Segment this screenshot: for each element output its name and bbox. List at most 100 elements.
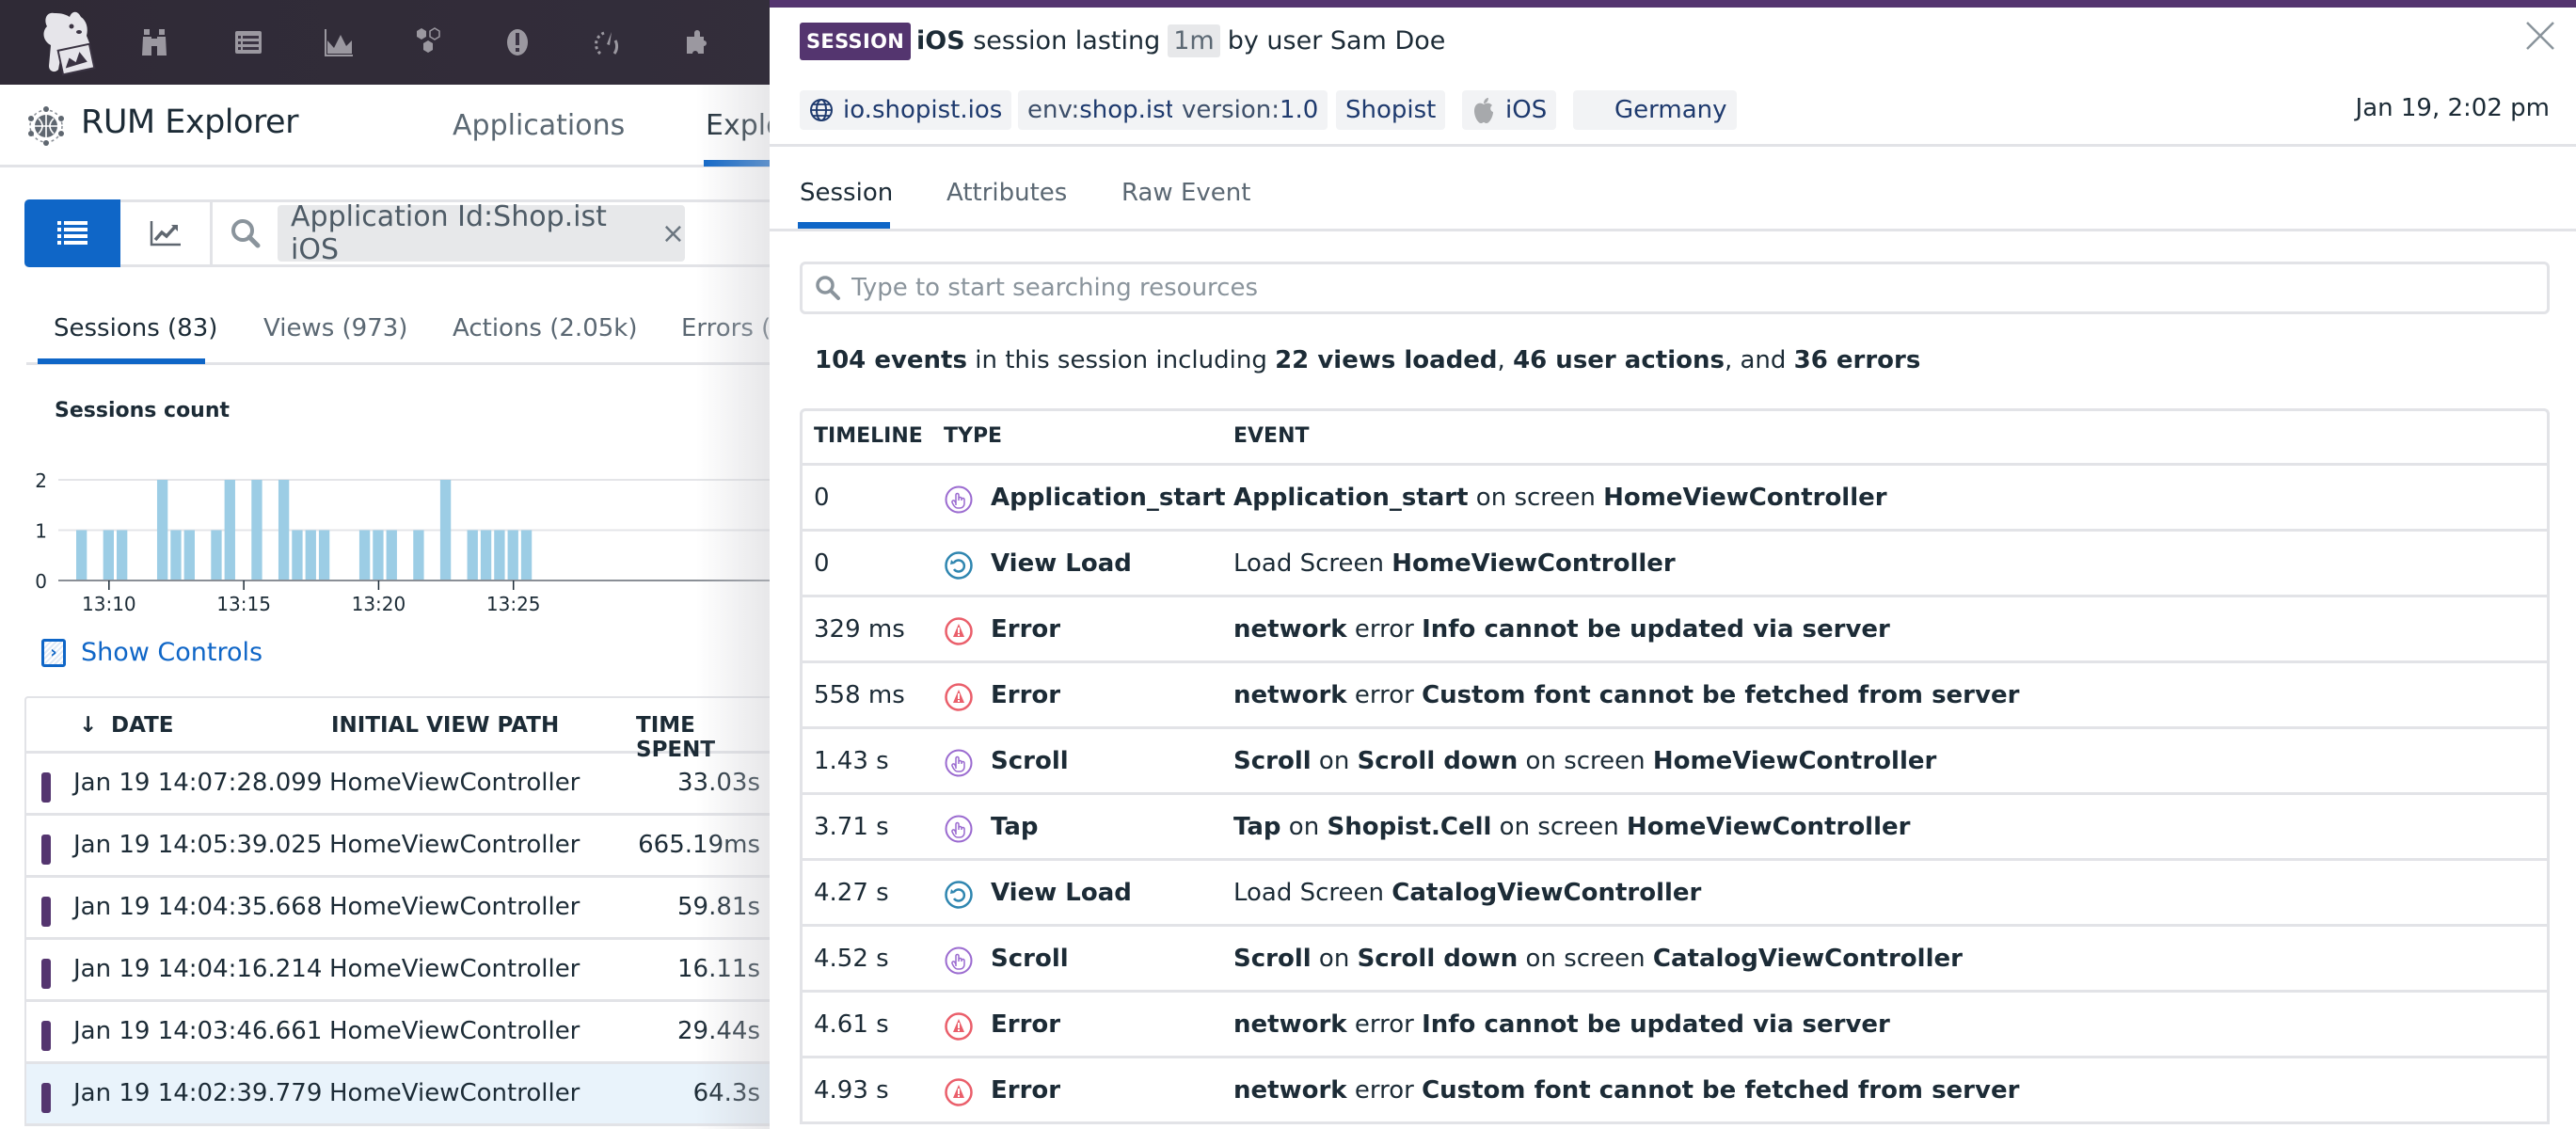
table-row[interactable]: 0 Application_start Application_start on s… [803,466,2547,532]
pill-env[interactable]: env: shop.ist [1018,90,1185,130]
summary-event-count: 104 events [815,346,967,374]
cell-event: network error Custom font cannot be fetc… [1233,681,2019,709]
tab-actions[interactable]: Actions (2.05k) [453,314,637,342]
table-row[interactable]: 4.52 s Scroll Scroll on Scroll down on scr… [803,927,2547,993]
events-table: TIMELINE TYPE EVENT 0 Application_start Ap… [800,408,2550,1124]
tab-views[interactable]: Views (973) [263,314,407,342]
event-text-segment: network [1233,681,1347,709]
tab-applications[interactable]: Applications [453,109,625,142]
table-row[interactable]: 4.27 s View Load Load Screen CatalogViewCo… [803,861,2547,927]
table-row[interactable]: Jan 19 14:02:39.779 HomeViewController 64.… [26,1064,777,1126]
cell-timeline: 329 ms [814,615,905,644]
pill-country-label: Germany [1614,96,1727,124]
tab-sessions[interactable]: Sessions (83) [54,314,217,342]
bar [116,530,128,580]
pill-env-key: env: [1027,96,1080,124]
bar [170,530,182,580]
table-row[interactable]: Jan 19 14:04:35.668 HomeViewController 59.… [26,878,777,940]
gauge-icon[interactable] [589,24,627,61]
resource-search-input[interactable] [851,274,2451,302]
bar [318,530,330,580]
table-row[interactable]: 4.61 s Error network error Info cannot be … [803,993,2547,1058]
event-text-segment: on screen [1518,945,1653,973]
cell-initial-view-path: HomeViewController [329,893,580,921]
user-action-icon [944,946,974,976]
datadog-logo[interactable] [34,8,102,77]
divider [770,144,2576,147]
pill-service[interactable]: Shopist [1336,90,1446,130]
cell-time-spent: 33.03s [677,769,760,797]
cell-date: Jan 19 14:03:46.661 [73,1017,323,1045]
query-filter-chip[interactable]: Application Id:Shop.ist iOS × [278,200,685,266]
cell-event: Scroll on Scroll down on screen HomeView… [1233,747,1936,775]
table-row[interactable]: 0 View Load Load Screen HomeViewController [803,532,2547,597]
pill-version-value: 1.0 [1280,96,1319,124]
column-header-event[interactable]: EVENT [1233,424,1310,448]
event-text-segment: on [1311,747,1358,775]
table-row[interactable]: Jan 19 14:05:39.025 HomeViewController 665… [26,816,777,878]
binoculars-icon[interactable] [137,24,175,61]
column-header-initial-view-path[interactable]: INITIAL VIEW PATH [331,713,559,738]
remove-filter-icon[interactable]: × [661,217,685,250]
timeseries-view-button[interactable] [120,199,213,267]
event-text-segment: Scroll down [1357,747,1519,775]
tab-attributes[interactable]: Attributes [946,179,1067,207]
cell-date: Jan 19 14:02:39.779 [73,1079,323,1107]
puzzle-icon[interactable] [679,24,717,61]
table-row[interactable]: Jan 19 14:07:28.099 HomeViewController 33.… [26,754,777,816]
event-text-segment: Info cannot be updated via server [1422,1010,1890,1039]
tab-session[interactable]: Session [800,179,893,207]
event-text-segment: on screen [1491,813,1628,841]
table-header: TIMELINE TYPE EVENT [803,411,2547,466]
cell-initial-view-path: HomeViewController [329,955,580,983]
user-action-icon [944,814,974,844]
event-text-segment: on [1280,813,1328,841]
y-tick-label: 2 [35,469,47,492]
cell-type: Error [991,1010,1061,1039]
close-icon[interactable] [2523,19,2557,53]
table-row[interactable]: 1.43 s Scroll Scroll on Scroll down on scr… [803,729,2547,795]
table-row[interactable]: 329 ms Error network error Info cannot be … [803,597,2547,663]
tab-raw-event[interactable]: Raw Event [1121,179,1250,207]
event-text-segment: HomeViewController [1391,549,1676,578]
alert-icon[interactable] [499,24,536,61]
bar [520,530,533,580]
event-text-segment: Scroll down [1357,945,1519,973]
active-tab-indicator [704,160,779,167]
pill-application[interactable]: io.shopist.ios [800,90,1012,130]
summary-text: in this session including [966,346,1276,374]
table-row[interactable]: 558 ms Error network error Custom font can… [803,663,2547,729]
cell-event: Application_start on screen HomeViewCont… [1233,484,1887,512]
bar [156,480,168,580]
sort-arrow-icon[interactable]: ↓ [79,713,97,738]
event-text-segment: network [1233,615,1347,644]
view-load-icon [944,550,974,580]
column-header-timeline[interactable]: TIMELINE [814,424,923,448]
event-text-segment: HomeViewController [1652,747,1937,775]
pill-version[interactable]: version: 1.0 [1172,90,1328,130]
area-chart-icon[interactable] [320,24,358,61]
cell-type: Tap [991,813,1039,841]
pill-os[interactable]: iOS [1462,90,1557,130]
table-row[interactable]: 3.71 s Tap Tap on Shopist.Cell on screen H… [803,795,2547,861]
pill-os-label: iOS [1505,96,1548,124]
table-row[interactable]: Jan 19 14:04:16.214 HomeViewController 16.… [26,940,777,1002]
column-header-type[interactable]: TYPE [944,424,1002,448]
table-row[interactable]: Jan 19 14:03:46.661 HomeViewController 29.… [26,1002,777,1064]
list-icon[interactable] [230,24,267,61]
column-header-date[interactable]: DATE [111,713,174,738]
table-row[interactable]: 4.93 s Error network error Custom font can… [803,1058,2547,1124]
pill-country[interactable]: Germany [1573,90,1737,130]
cell-initial-view-path: HomeViewController [329,1017,580,1045]
apple-icon [1474,98,1493,123]
list-view-button[interactable] [24,199,120,267]
error-icon [944,1011,974,1042]
hexagons-icon[interactable] [410,24,448,61]
cell-time-spent: 29.44s [677,1017,760,1045]
show-controls-button[interactable]: › Show Controls [41,638,262,667]
user-action-icon [944,485,974,515]
session-status-bar [41,772,51,803]
event-text-segment: network [1233,1010,1347,1039]
bar [211,530,222,580]
bar [373,530,384,580]
